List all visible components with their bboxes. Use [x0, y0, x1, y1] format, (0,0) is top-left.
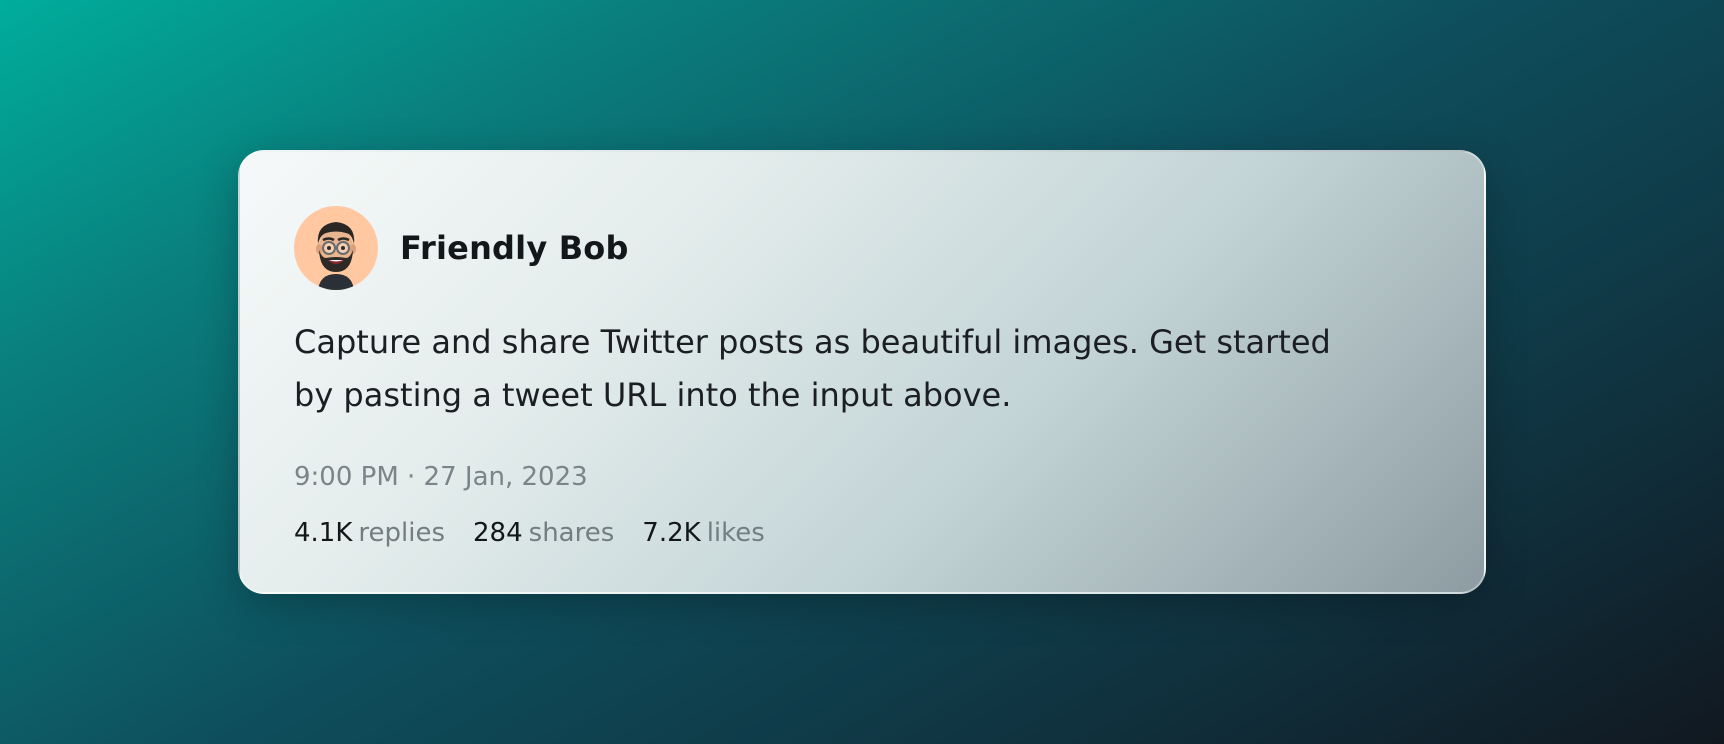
- likes-stat: 7.2K likes: [642, 518, 765, 548]
- tweet-text: Capture and share Twitter posts as beaut…: [294, 323, 1331, 414]
- tweet-card: Friendly Bob Capture and share Twitter p…: [238, 150, 1486, 594]
- replies-stat: 4.1K replies: [294, 518, 445, 548]
- memoji-avatar-icon: [316, 222, 356, 290]
- shares-stat: 284 shares: [473, 518, 614, 548]
- shares-count: 284: [473, 518, 523, 548]
- replies-label: replies: [358, 518, 446, 548]
- likes-label: likes: [706, 518, 765, 548]
- shares-label: shares: [528, 518, 615, 548]
- author-name: Friendly Bob: [400, 229, 629, 267]
- tweet-header: Friendly Bob: [294, 206, 629, 290]
- avatar: [294, 206, 378, 290]
- tweet-stats: 4.1K replies 284 shares 7.2K likes: [294, 518, 765, 548]
- tweet-timestamp: 9:00 PM · 27 Jan, 2023: [294, 462, 588, 492]
- likes-count: 7.2K: [642, 518, 701, 548]
- replies-count: 4.1K: [294, 518, 353, 548]
